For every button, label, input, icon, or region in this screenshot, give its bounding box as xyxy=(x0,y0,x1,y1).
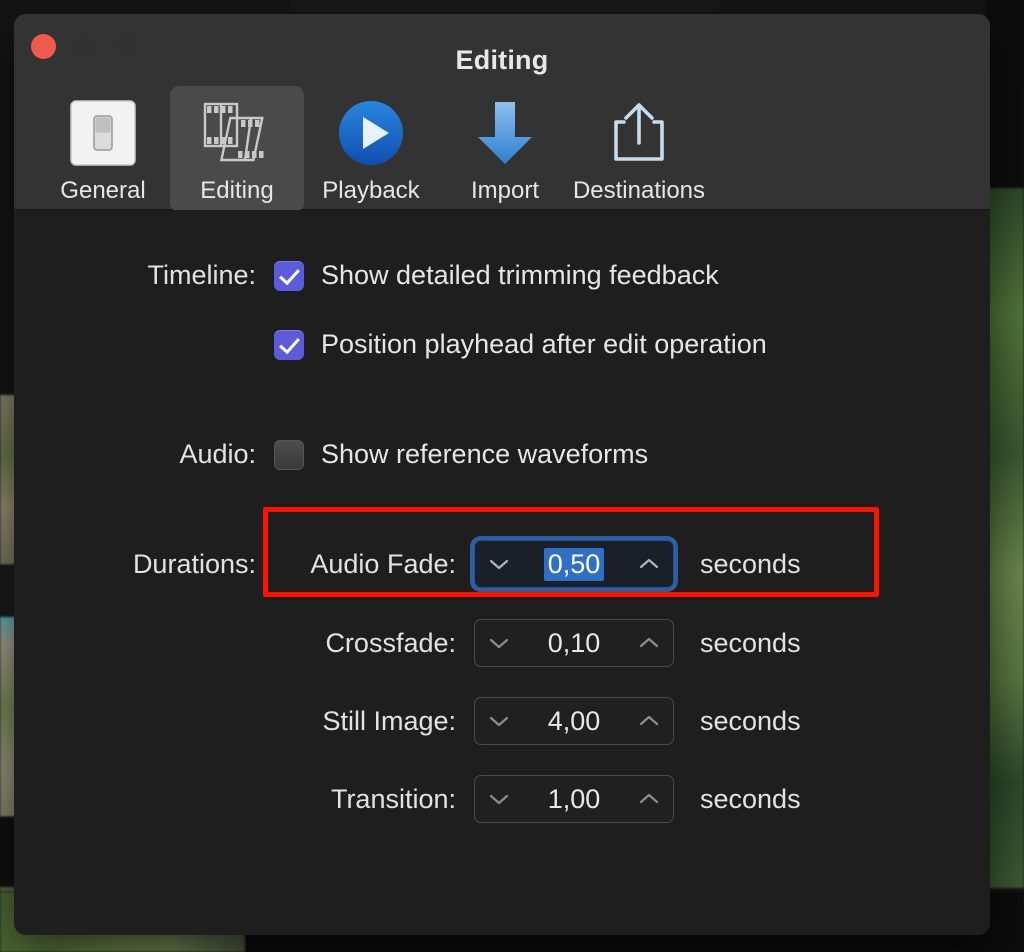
checkbox-show-detailed-trimming-feedback[interactable] xyxy=(274,260,304,291)
audio-fade-unit: seconds xyxy=(700,548,801,579)
chevron-up-icon[interactable] xyxy=(639,637,659,649)
film-strips-icon xyxy=(170,95,304,171)
chevron-down-icon[interactable] xyxy=(489,558,509,570)
toolbar-tab-destinations[interactable]: Destinations xyxy=(572,86,706,212)
preferences-content: Timeline: Show detailed trimming feedbac… xyxy=(14,210,990,935)
checkbox-show-detailed-trimming-feedback-label: Show detailed trimming feedback xyxy=(321,260,719,290)
still-image-label: Still Image: xyxy=(322,705,456,736)
setting-row-audio: Audio: Show reference waveforms xyxy=(14,439,648,470)
audio-label: Audio: xyxy=(179,439,256,469)
checkbox-show-reference-waveforms[interactable] xyxy=(274,439,304,470)
setting-row-timeline-2: Position playhead after edit operation xyxy=(14,329,767,360)
preferences-toolbar: General Editing Playback Import Destinat… xyxy=(36,86,706,212)
toolbar-tab-playback[interactable]: Playback xyxy=(304,86,438,212)
toolbar-tab-destinations-label: Destinations xyxy=(572,177,706,204)
timeline-label: Timeline: xyxy=(147,260,256,290)
window-title: Editing xyxy=(455,45,549,75)
stepper-still-image[interactable]: 4,00 xyxy=(474,697,674,745)
desktop-background: Editing General Editing Playback Import … xyxy=(0,0,1024,952)
chevron-up-icon[interactable] xyxy=(639,715,659,727)
chevron-up-icon[interactable] xyxy=(639,793,659,805)
desktop-photo-top xyxy=(290,0,720,12)
toolbar-tab-playback-label: Playback xyxy=(322,177,420,204)
durations-label: Durations: xyxy=(132,548,256,579)
toolbar-tab-editing[interactable]: Editing xyxy=(170,86,304,212)
checkbox-show-reference-waveforms-label: Show reference waveforms xyxy=(321,439,649,469)
toolbar-tab-general-label: General xyxy=(60,177,146,204)
toolbar-tab-general[interactable]: General xyxy=(36,86,170,212)
chevron-up-icon[interactable] xyxy=(639,558,659,570)
checkbox-position-playhead-after-edit-operation-label: Position playhead after edit operation xyxy=(321,329,767,359)
stepper-audio-fade[interactable]: 0,50 xyxy=(474,540,674,588)
stepper-transition[interactable]: 1,00 xyxy=(474,775,674,823)
crossfade-label: Crossfade: xyxy=(325,627,456,658)
chevron-down-icon[interactable] xyxy=(489,793,509,805)
download-arrow-icon xyxy=(438,95,572,171)
setting-row-crossfade: Crossfade: 0,10 seconds xyxy=(14,619,801,667)
checkbox-position-playhead-after-edit-operation[interactable] xyxy=(274,329,304,360)
chevron-down-icon[interactable] xyxy=(489,637,509,649)
stepper-audio-fade-value[interactable]: 0,50 xyxy=(543,547,605,581)
desktop-photo-right-1 xyxy=(986,0,1024,200)
stepper-crossfade[interactable]: 0,10 xyxy=(474,619,674,667)
desktop-photo-right-2 xyxy=(986,188,1024,888)
chevron-down-icon[interactable] xyxy=(489,715,509,727)
play-circle-icon xyxy=(304,95,438,171)
audio-fade-label: Audio Fade: xyxy=(310,548,456,579)
crossfade-unit: seconds xyxy=(700,627,801,658)
transition-unit: seconds xyxy=(700,783,801,814)
toolbar-tab-editing-label: Editing xyxy=(200,177,274,204)
share-export-icon xyxy=(572,95,706,171)
setting-row-transition: Transition: 1,00 seconds xyxy=(14,775,801,823)
setting-row-audio-fade: Durations: Audio Fade: 0,50 seconds xyxy=(14,540,801,588)
still-image-unit: seconds xyxy=(700,705,801,736)
window-titlebar: Editing General Editing Playback Import … xyxy=(14,14,990,212)
toggle-switch-icon xyxy=(36,95,170,171)
toolbar-tab-import[interactable]: Import xyxy=(438,86,572,212)
setting-row-still-image: Still Image: 4,00 seconds xyxy=(14,697,801,745)
stepper-transition-value[interactable]: 1,00 xyxy=(544,783,605,816)
stepper-crossfade-value[interactable]: 0,10 xyxy=(544,627,605,660)
toolbar-tab-import-label: Import xyxy=(470,177,539,204)
setting-row-timeline-1: Timeline: Show detailed trimming feedbac… xyxy=(14,260,719,291)
stepper-still-image-value[interactable]: 4,00 xyxy=(544,705,605,738)
preferences-window: Editing General Editing Playback Import … xyxy=(14,14,990,935)
transition-label: Transition: xyxy=(330,783,456,814)
